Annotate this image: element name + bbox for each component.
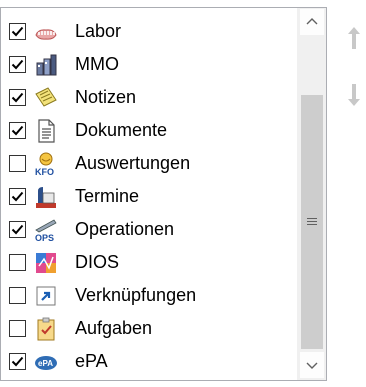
list-item-dios[interactable]: DIOS (1, 246, 297, 279)
list-item-dokumente[interactable]: Dokumente (1, 114, 297, 147)
vertical-scrollbar[interactable] (297, 8, 326, 380)
dental-lab-icon (34, 20, 58, 44)
kfo-evaluation-icon: KFO (34, 152, 58, 177)
list-item-epa[interactable]: ePA ePA (1, 345, 297, 378)
scroll-down-button[interactable] (300, 352, 324, 378)
down-arrow-icon (348, 84, 360, 106)
list-item-termine[interactable]: Termine (1, 180, 297, 213)
visible-tabs-listbox[interactable]: Labor MMO Notizen Dokumente KFO Auswertu… (0, 7, 327, 381)
checkbox-termine[interactable] (9, 188, 26, 205)
item-label: DIOS (75, 252, 120, 272)
list-item-aufgaben[interactable]: Aufgaben (1, 312, 297, 345)
document-icon (34, 119, 58, 143)
chevron-up-icon (306, 18, 318, 25)
list-item-mmo[interactable]: MMO (1, 48, 297, 81)
checkbox-aufgaben[interactable] (9, 320, 26, 337)
mmo-icon (34, 53, 58, 77)
notes-icon (34, 86, 58, 110)
list-item-labor[interactable]: Labor (1, 15, 297, 48)
item-label: Dokumente (75, 120, 168, 140)
scroll-up-button[interactable] (300, 9, 324, 35)
checkbox-dokumente[interactable] (9, 122, 26, 139)
item-label: Termine (75, 186, 140, 206)
item-label: ePA (75, 351, 108, 371)
move-up-button[interactable] (346, 25, 362, 56)
item-label: Operationen (75, 219, 175, 239)
item-label: Verknüpfungen (75, 285, 197, 305)
list-item-auswertungen[interactable]: KFO Auswertungen (1, 147, 297, 180)
epa-icon: ePA (34, 350, 58, 374)
scroll-thumb[interactable] (301, 95, 323, 349)
checkbox-mmo[interactable] (9, 56, 26, 73)
epa-text: ePA (38, 359, 53, 368)
item-label: Labor (75, 21, 122, 41)
list-item-notizen[interactable]: Notizen (1, 81, 297, 114)
checkbox-labor[interactable] (9, 23, 26, 40)
ops-icon: OPS (34, 218, 58, 243)
checkbox-auswertungen[interactable] (9, 155, 26, 172)
list-item-verknuepfungen[interactable]: Verknüpfungen (1, 279, 297, 312)
shortcut-icon (34, 284, 58, 308)
list-item-operationen[interactable]: OPS Operationen (1, 213, 297, 246)
checkbox-dios[interactable] (9, 254, 26, 271)
checkbox-notizen[interactable] (9, 89, 26, 106)
item-label: Notizen (75, 87, 137, 107)
item-label: Auswertungen (75, 153, 191, 173)
item-label: Aufgaben (75, 318, 153, 338)
checkbox-epa[interactable] (9, 353, 26, 370)
move-down-button[interactable] (346, 82, 362, 113)
chevron-down-icon (306, 362, 318, 369)
kfo-text: KFO (35, 167, 54, 176)
dios-icon (34, 251, 58, 275)
appointments-icon (34, 185, 58, 209)
task-clipboard-icon (34, 317, 58, 341)
checkbox-operationen[interactable] (9, 221, 26, 238)
up-arrow-icon (348, 27, 360, 49)
checkbox-verknuepfungen[interactable] (9, 287, 26, 304)
item-label: MMO (75, 54, 119, 74)
ops-text: OPS (35, 233, 54, 242)
